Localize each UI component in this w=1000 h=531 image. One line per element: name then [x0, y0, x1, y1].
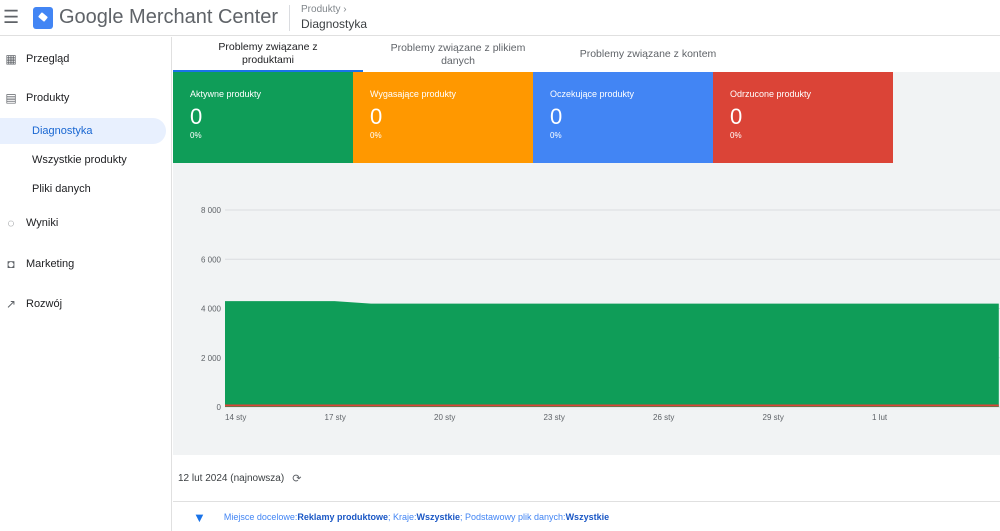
card-value: 0 [190, 104, 203, 129]
y-tick-label: 4 000 [201, 305, 222, 314]
filter-icon[interactable]: ▼ [193, 510, 206, 525]
area-chart: 0 2 000 4 000 6 000 8 000 14 sty 17 sty 20 sty 2… [201, 206, 1000, 422]
sidebar-subitem-wszystkie-produkty[interactable]: Wszystkie produkty [0, 147, 166, 173]
card-label: Aktywne produkty [190, 89, 262, 99]
card-percent: 0% [550, 131, 562, 140]
tab-bar: Problemy związane z produktami Problemy … [173, 37, 1000, 72]
card-value: 0 [730, 104, 743, 129]
sidebar-item-produkty[interactable]: ▤ Produkty [0, 88, 69, 108]
card-label: Wygasające produkty [370, 89, 456, 99]
sidebar-item-label: Przegląd [26, 53, 70, 65]
app-title: Google Merchant Center [59, 6, 279, 28]
sidebar-item-wyniki[interactable]: ◌ Wyniki [0, 213, 58, 233]
card-label: Oczekujące produkty [550, 89, 635, 99]
x-tick-label: 26 sty [653, 413, 674, 422]
y-tick-label: 0 [217, 403, 222, 412]
filter-key: Miejsce docelowe: [223, 512, 298, 522]
trending-up-icon: ↗ [5, 297, 17, 311]
sidebar-subitem-pliki-danych[interactable]: Pliki danych [0, 176, 166, 202]
date-bar: 12 lut 2024 (najnowsza) ⟳ [173, 456, 1000, 502]
x-tick-label: 20 sty [434, 413, 455, 422]
filter-bar[interactable]: ▼ Miejsce docelowe: Reklamy produktowe ;… [173, 503, 1000, 531]
merchant-center-logo-icon [33, 6, 53, 29]
card-pending-products[interactable]: Oczekujące produkty 0 0% [533, 72, 713, 163]
filter-value: Reklamy produktowe [297, 512, 388, 522]
x-tick-label: 29 sty [763, 413, 784, 422]
page-title: Diagnostyka [301, 17, 368, 31]
tab-feed-issues[interactable]: Problemy związane z plikiem danych [363, 37, 553, 72]
card-active-products[interactable]: Aktywne produkty 0 0% [173, 72, 353, 163]
sidebar-subitem-diagnostyka[interactable]: Diagnostyka [0, 118, 166, 144]
sidebar-item-rozwoj[interactable]: ↗ Rozwój [0, 294, 62, 314]
app-header: ☰ Google Merchant Center Produkty › Diag… [0, 0, 1000, 36]
filter-value: Wszystkie [565, 512, 610, 522]
data-date: 12 lut 2024 (najnowsza) [178, 473, 285, 484]
x-tick-label: 1 lut [872, 413, 888, 422]
divider [289, 4, 291, 31]
sidebar-item-label: Marketing [26, 258, 75, 270]
card-value: 0 [550, 104, 563, 129]
x-tick-label: 17 sty [325, 413, 346, 422]
dashboard-icon: ▦ [5, 52, 17, 66]
card-percent: 0% [190, 131, 202, 140]
series-area-0 [225, 301, 999, 407]
card-value: 0 [370, 104, 383, 129]
tab-product-issues[interactable]: Problemy związane z produktami [173, 37, 363, 72]
sidebar-item-label: Produkty [26, 92, 70, 104]
y-tick-label: 6 000 [201, 255, 222, 264]
products-chart: 0 2 000 4 000 6 000 8 000 14 sty 17 sty 20 sty 2… [173, 163, 1000, 455]
status-cards: Aktywne produkty 0 0% Wygasające produkty 0… [173, 72, 1000, 163]
y-tick-label: 8 000 [201, 206, 222, 215]
filter-key: ; Kraje: [387, 512, 417, 522]
x-tick-label: 14 sty [225, 413, 246, 422]
x-tick-label: 23 sty [544, 413, 565, 422]
donut-chart-icon: ◌ [7, 216, 15, 230]
sidebar-item-przeglad[interactable]: ▦ Przegląd [0, 49, 69, 69]
y-tick-label: 2 000 [201, 354, 222, 363]
shopping-bag-icon: ◘ [7, 257, 15, 271]
filter-value: Wszystkie [416, 512, 460, 522]
sidebar-item-marketing[interactable]: ◘ Marketing [0, 254, 74, 274]
sidebar: ▦ Przegląd ▤ Produkty Diagnostyka Wszystki… [0, 37, 172, 531]
sidebar-item-label: Wyniki [26, 217, 59, 229]
filter-key: ; Podstawowy plik danych: [460, 512, 566, 522]
card-label: Odrzucone produkty [730, 89, 812, 99]
card-percent: 0% [370, 131, 382, 140]
card-expiring-products[interactable]: Wygasające produkty 0 0% [353, 72, 533, 163]
breadcrumb-parent[interactable]: Produkty › [301, 4, 367, 15]
sidebar-item-label: Rozwój [26, 298, 63, 310]
tab-account-issues[interactable]: Problemy związane z kontem [553, 37, 743, 72]
card-disapproved-products[interactable]: Odrzucone produkty 0 0% [713, 72, 893, 163]
list-icon: ▤ [5, 91, 17, 105]
card-percent: 0% [730, 131, 742, 140]
breadcrumb: Produkty › Diagnostyka [301, 4, 367, 31]
refresh-icon[interactable]: ⟳ [292, 472, 301, 485]
menu-icon[interactable]: ☰ [3, 7, 19, 28]
